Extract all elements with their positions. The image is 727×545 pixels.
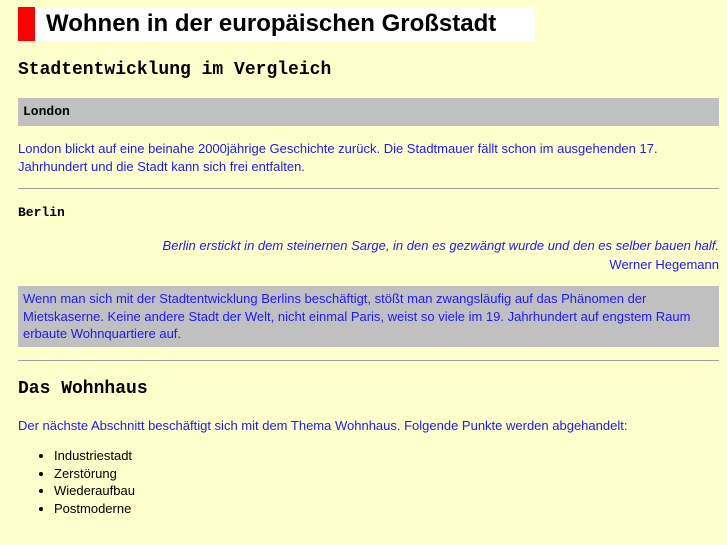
topic-list: Industriestadt Zerstörung Wiederaufbau P…: [18, 447, 135, 517]
divider: [18, 188, 719, 189]
page-title-box: Wohnen in der europäischen Großstadt: [18, 7, 535, 41]
divider: [18, 360, 719, 361]
london-heading: London: [18, 98, 719, 126]
wohnhaus-text: Der nächste Abschnitt beschäftigt sich m…: [18, 418, 628, 433]
list-item: Industriestadt: [54, 447, 135, 465]
berlin-quote: Berlin erstickt in dem steinernen Sarge,…: [162, 238, 719, 253]
berlin-heading: Berlin: [18, 205, 65, 220]
wohnhaus-heading: Das Wohnhaus: [18, 379, 148, 399]
quote-author: Werner Hegemann: [609, 257, 719, 272]
london-text: London blickt auf eine beinahe 2000jähri…: [18, 141, 658, 174]
list-item: Zerstörung: [54, 465, 135, 483]
list-item: Wiederaufbau: [54, 482, 135, 500]
list-item: Postmoderne: [54, 500, 135, 518]
berlin-text-box: Wenn man sich mit der Stadtentwicklung B…: [18, 286, 719, 347]
page-title: Wohnen in der europäischen Großstadt: [46, 10, 497, 37]
section-heading: Stadtentwicklung im Vergleich: [18, 60, 332, 80]
red-accent-bar: [18, 7, 35, 41]
